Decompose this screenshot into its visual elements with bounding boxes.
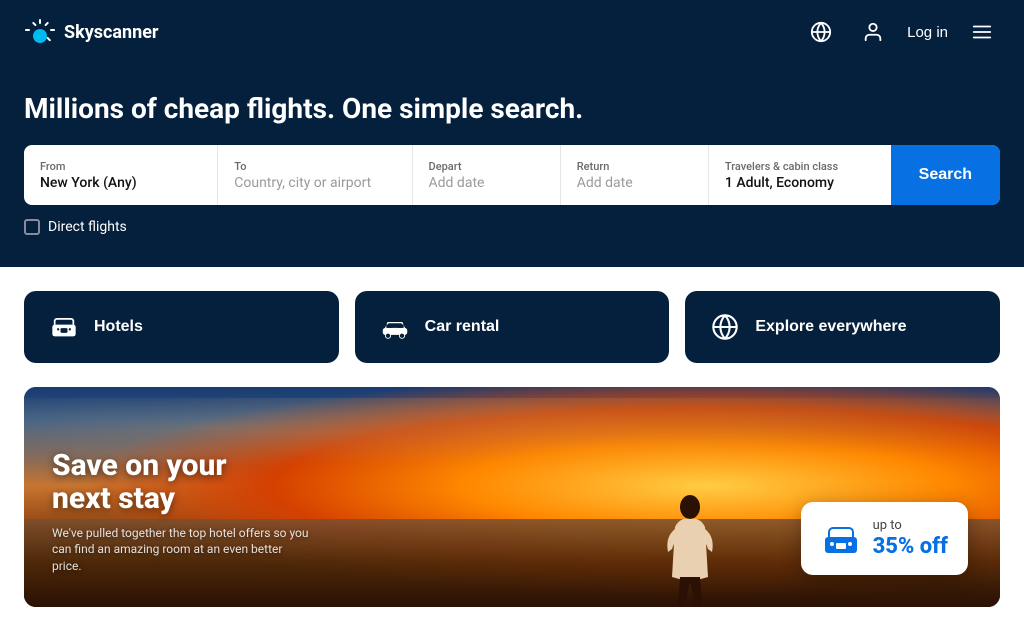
explore-icon — [709, 311, 741, 343]
login-label: Log in — [907, 24, 948, 41]
hamburger-icon — [971, 21, 993, 43]
travelers-field[interactable]: Travelers & cabin class 1 Adult, Economy — [709, 145, 891, 205]
depart-placeholder: Add date — [429, 175, 544, 191]
banner-subtitle: We've pulled together the top hotel offe… — [52, 525, 312, 575]
direct-flights-row: Direct flights — [24, 219, 1000, 235]
search-bar: From New York (Any) To Country, city or … — [24, 145, 1000, 205]
travelers-label: Travelers & cabin class — [725, 160, 875, 173]
return-field[interactable]: Return Add date — [561, 145, 709, 205]
travelers-value: 1 Adult, Economy — [725, 175, 875, 191]
logo-icon — [24, 16, 56, 48]
search-button[interactable]: Search — [891, 145, 1000, 205]
discount-card: up to 35% off — [801, 502, 968, 575]
discount-prefix: up to — [873, 518, 948, 534]
discount-text-container: up to 35% off — [873, 518, 948, 559]
car-icon — [379, 311, 411, 343]
direct-flights-label: Direct flights — [48, 219, 127, 235]
hotels-button[interactable]: Hotels — [24, 291, 339, 363]
car-rental-label: Car rental — [425, 318, 500, 336]
depart-label: Depart — [429, 160, 544, 173]
direct-flights-checkbox[interactable] — [24, 219, 40, 235]
from-field[interactable]: From New York (Any) — [24, 145, 218, 205]
return-placeholder: Add date — [577, 175, 692, 191]
logo: Skyscanner — [24, 16, 159, 48]
return-label: Return — [577, 160, 692, 173]
depart-field[interactable]: Depart Add date — [413, 145, 561, 205]
login-button[interactable]: Log in — [907, 24, 948, 41]
globe-button[interactable] — [803, 14, 839, 50]
main-content: Hotels Car rental — [0, 267, 1024, 631]
person-silhouette — [660, 487, 720, 607]
hotels-label: Hotels — [94, 318, 143, 336]
from-value: New York (Any) — [40, 175, 201, 191]
discount-hotel-icon — [821, 519, 861, 559]
car-rental-button[interactable]: Car rental — [355, 291, 670, 363]
globe-nav-icon — [810, 21, 832, 43]
logo-text: Skyscanner — [64, 22, 159, 43]
banner-title: Save on your next stay — [52, 449, 312, 515]
from-label: From — [40, 160, 201, 173]
explore-label: Explore everywhere — [755, 318, 906, 336]
navbar-actions: Log in — [803, 14, 1000, 50]
hotel-banner[interactable]: Save on your next stay We've pulled toge… — [24, 387, 1000, 607]
account-icon — [862, 21, 884, 43]
hero-title: Millions of cheap flights. One simple se… — [24, 92, 1000, 125]
explore-button[interactable]: Explore everywhere — [685, 291, 1000, 363]
hero-section: Millions of cheap flights. One simple se… — [0, 64, 1024, 267]
to-label: To — [234, 160, 395, 173]
discount-value: 35% off — [873, 534, 948, 559]
navbar: Skyscanner Log in — [0, 0, 1024, 64]
menu-button[interactable] — [964, 14, 1000, 50]
to-placeholder: Country, city or airport — [234, 175, 395, 191]
banner-text: Save on your next stay We've pulled toge… — [52, 449, 312, 575]
account-button[interactable] — [855, 14, 891, 50]
category-buttons: Hotels Car rental — [24, 291, 1000, 363]
to-field[interactable]: To Country, city or airport — [218, 145, 412, 205]
hotel-icon — [48, 311, 80, 343]
